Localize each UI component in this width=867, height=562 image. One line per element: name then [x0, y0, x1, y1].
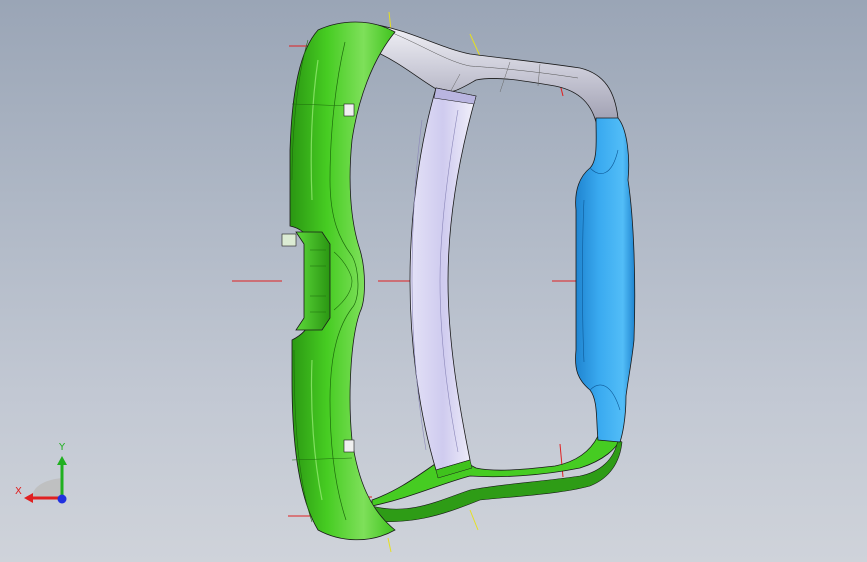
bottom-rail-lower [359, 439, 623, 523]
triad-graphic [24, 456, 67, 504]
mounting-clip-top[interactable] [343, 103, 355, 117]
inner-band[interactable] [409, 87, 477, 471]
triad-x-label: X [15, 486, 22, 497]
goggle-frame-model[interactable] [0, 0, 867, 562]
triad-x-arrow [24, 493, 33, 503]
triad-y-arrow [57, 456, 67, 465]
3d-viewport[interactable]: X Y [0, 0, 867, 562]
mounting-clip-bottom[interactable] [343, 439, 355, 453]
nose-bridge-clip[interactable] [295, 231, 331, 331]
top-rail[interactable] [371, 23, 619, 123]
triad-z-axis [57, 494, 67, 504]
view-orientation-triad[interactable]: X Y [10, 438, 80, 510]
nose-bridge-tab[interactable] [281, 233, 297, 247]
triad-y-label: Y [59, 442, 66, 453]
triad-plane-shade [32, 478, 62, 498]
side-pad[interactable] [575, 117, 636, 443]
